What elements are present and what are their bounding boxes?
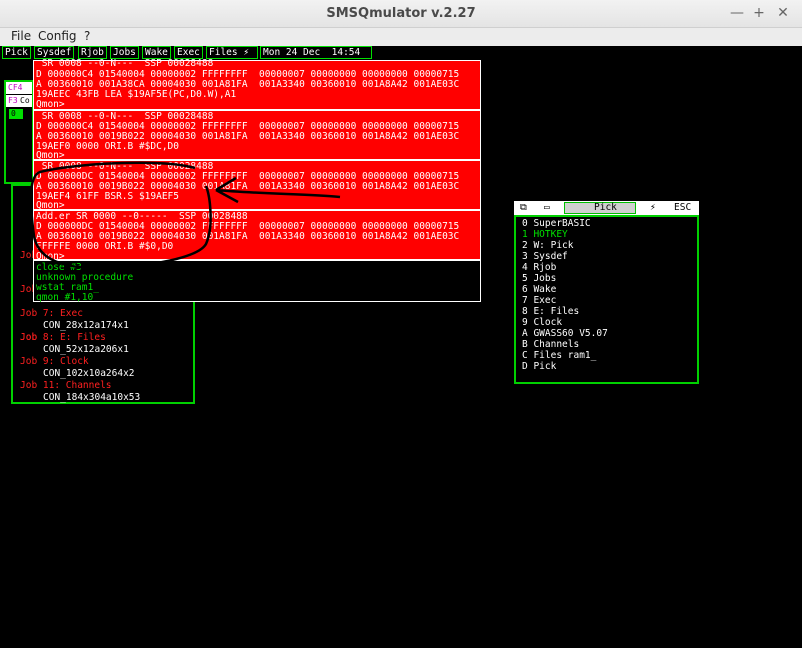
- close-button[interactable]: ✕: [774, 5, 792, 21]
- menu-bar: File Config ?: [0, 28, 802, 46]
- title-bar: SMSQmulator v.2.27 — + ✕: [0, 0, 802, 28]
- window-title: SMSQmulator v.2.27: [326, 6, 476, 21]
- menu-help[interactable]: ?: [84, 29, 90, 43]
- annotation-loop: [29, 161, 212, 270]
- hand-drawn-annotation: [29, 161, 341, 270]
- annotation-arrow: [215, 176, 341, 204]
- menu-config[interactable]: Config: [38, 29, 77, 43]
- minimize-button[interactable]: —: [728, 5, 746, 21]
- maximize-button[interactable]: +: [750, 5, 768, 21]
- menu-file[interactable]: File: [11, 29, 31, 43]
- emulator-screen[interactable]: Pick Sysdef Rjob Jobs Wake Exec Files ⚡ …: [0, 46, 802, 648]
